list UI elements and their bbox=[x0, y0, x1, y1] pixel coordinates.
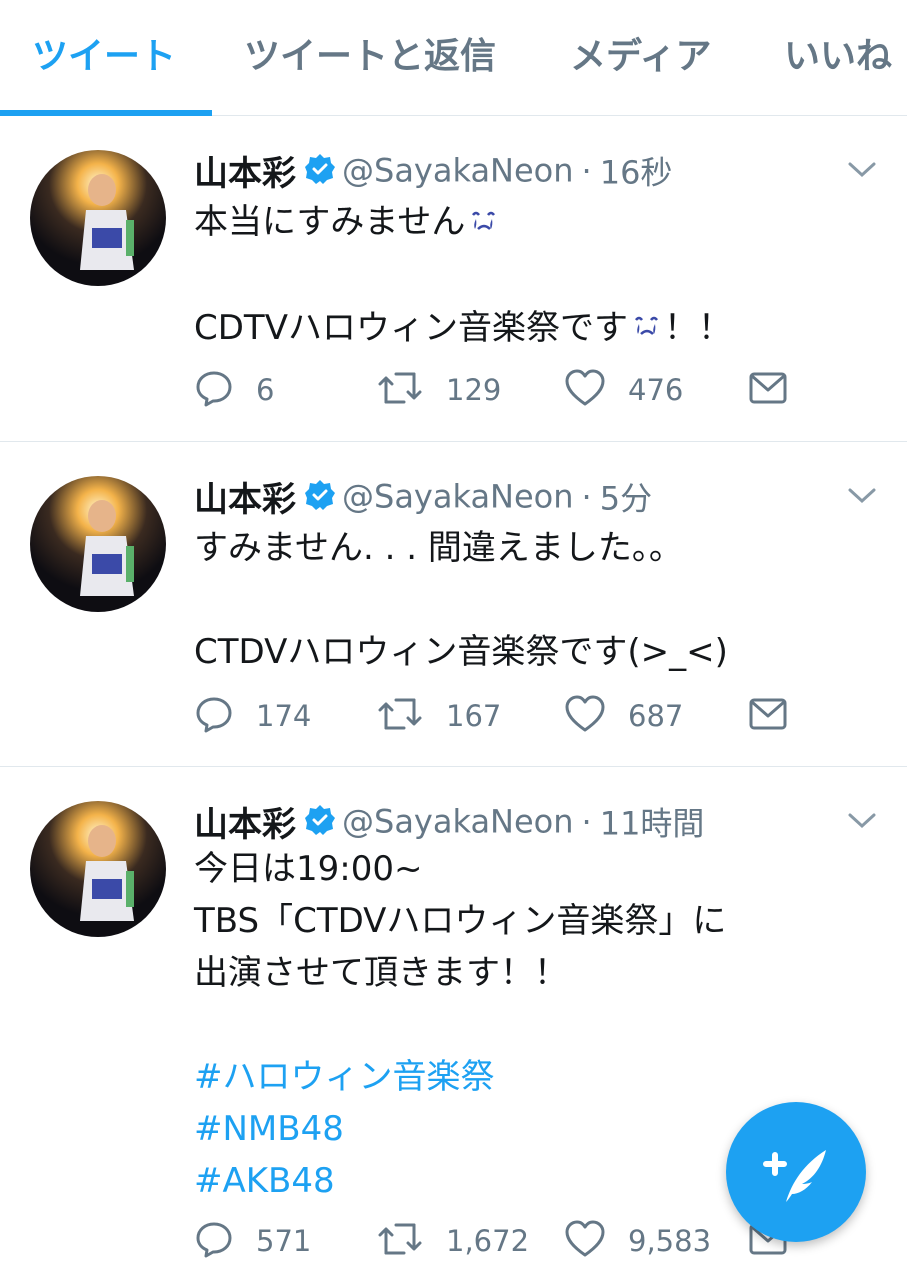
reply-count: 6 bbox=[256, 373, 275, 407]
tweet-header: 山本彩 @SayakaNeon · 11時間 bbox=[194, 797, 705, 846]
profile-tabs: ツイート ツイートと返信 メディア いいね bbox=[0, 0, 907, 116]
retweet-icon bbox=[376, 694, 424, 738]
chevron-down-icon[interactable] bbox=[847, 160, 877, 184]
verified-badge-icon bbox=[304, 153, 336, 189]
reply-count: 571 bbox=[256, 1224, 312, 1258]
reply-button[interactable]: 174 bbox=[194, 694, 311, 738]
separator: · bbox=[581, 802, 592, 841]
avatar[interactable] bbox=[30, 476, 166, 612]
reply-count: 174 bbox=[256, 699, 312, 733]
like-button[interactable]: 687 bbox=[564, 694, 683, 738]
envelope-icon bbox=[748, 370, 788, 410]
tweet-actions: 571 1,672 9,583 bbox=[194, 1219, 794, 1263]
tweet-text: 本当にすみません CDTVハロウィン音楽祭です ！！ bbox=[194, 196, 884, 355]
retweet-icon bbox=[376, 1219, 424, 1263]
display-name[interactable]: 山本彩 bbox=[194, 480, 296, 520]
reply-icon bbox=[194, 368, 234, 412]
reply-icon bbox=[194, 694, 234, 738]
tweet-text-line: TBS「CTDVハロウィン音楽祭」に bbox=[194, 901, 727, 941]
tweet-text-line: 本当にすみません bbox=[194, 202, 466, 242]
tweet-text-line: 今日は19:00~ bbox=[194, 849, 423, 889]
separator: · bbox=[581, 151, 592, 190]
compose-tweet-button[interactable] bbox=[726, 1102, 866, 1242]
retweet-icon bbox=[376, 368, 424, 412]
chevron-down-icon[interactable] bbox=[847, 486, 877, 510]
user-handle[interactable]: @SayakaNeon bbox=[342, 478, 574, 516]
display-name[interactable]: 山本彩 bbox=[194, 154, 296, 194]
avatar[interactable] bbox=[30, 150, 166, 286]
tweet-timestamp[interactable]: 5分 bbox=[600, 480, 652, 518]
display-name[interactable]: 山本彩 bbox=[194, 805, 296, 845]
like-button[interactable]: 9,583 bbox=[564, 1219, 711, 1263]
reply-icon bbox=[194, 1219, 234, 1263]
heart-icon bbox=[564, 1219, 606, 1263]
tweet-text-line: 出演させて頂きます！！ bbox=[194, 953, 568, 993]
tweet-text: すみません. . . 間違えました。。 CTDVハロウィン音楽祭です(>_<) bbox=[194, 522, 884, 678]
reply-button[interactable]: 571 bbox=[194, 1219, 311, 1263]
verified-badge-icon bbox=[304, 479, 336, 515]
tweet-text-line: CDTVハロウィン音楽祭です bbox=[194, 307, 628, 348]
user-handle[interactable]: @SayakaNeon bbox=[342, 803, 574, 841]
compose-tweet-icon bbox=[726, 1150, 866, 1246]
retweet-button[interactable]: 167 bbox=[376, 694, 501, 738]
tab-tweets-and-replies[interactable]: ツイートと返信 bbox=[244, 34, 496, 80]
retweet-count: 129 bbox=[446, 373, 502, 407]
retweet-count: 167 bbox=[446, 699, 502, 733]
tab-tweets[interactable]: ツイート bbox=[32, 34, 176, 80]
tweet-header: 山本彩 @SayakaNeon · 5分 bbox=[194, 472, 652, 521]
crying-face-icon bbox=[467, 198, 501, 250]
like-count: 687 bbox=[628, 699, 684, 733]
tweet-actions: 6 129 476 bbox=[194, 368, 794, 412]
heart-icon bbox=[564, 694, 606, 738]
like-button[interactable]: 476 bbox=[564, 368, 683, 412]
tweet-header: 山本彩 @SayakaNeon · 16秒 bbox=[194, 146, 673, 195]
tweet-timestamp[interactable]: 16秒 bbox=[600, 154, 673, 192]
tab-likes[interactable]: いいね bbox=[784, 34, 892, 80]
heart-icon bbox=[564, 368, 606, 412]
tweet-text-line: CTDVハロウィン音楽祭です(>_<) bbox=[194, 632, 728, 672]
direct-message-button[interactable] bbox=[748, 694, 788, 738]
chevron-down-icon[interactable] bbox=[847, 811, 877, 835]
tweet-item[interactable]: 山本彩 @SayakaNeon · 5分 すみません. . . 間違えました。。 CT… bbox=[0, 442, 907, 767]
tweet-actions: 174 167 687 bbox=[194, 694, 794, 738]
tweet-text-line: すみません. . . 間違えました。。 bbox=[194, 528, 683, 568]
user-handle[interactable]: @SayakaNeon bbox=[342, 152, 574, 190]
like-count: 9,583 bbox=[628, 1224, 712, 1258]
tweet-timestamp[interactable]: 11時間 bbox=[600, 805, 705, 843]
retweet-button[interactable]: 1,672 bbox=[376, 1219, 529, 1263]
separator: · bbox=[581, 477, 592, 516]
crying-face-icon bbox=[630, 303, 664, 355]
avatar[interactable] bbox=[30, 801, 166, 937]
direct-message-button[interactable] bbox=[748, 368, 788, 412]
verified-badge-icon bbox=[304, 804, 336, 840]
tweet-text-line: ！！ bbox=[663, 307, 732, 348]
tweet-item[interactable]: 山本彩 @SayakaNeon · 16秒 本当にすみません CDTVハロウィン音楽祭… bbox=[0, 116, 907, 442]
tab-media[interactable]: メディア bbox=[570, 34, 711, 80]
hashtag-link[interactable]: #ハロウィン音楽祭 bbox=[194, 1051, 884, 1103]
like-count: 476 bbox=[628, 373, 684, 407]
retweet-count: 1,672 bbox=[446, 1224, 530, 1258]
retweet-button[interactable]: 129 bbox=[376, 368, 501, 412]
envelope-icon bbox=[748, 696, 788, 736]
reply-button[interactable]: 6 bbox=[194, 368, 274, 412]
